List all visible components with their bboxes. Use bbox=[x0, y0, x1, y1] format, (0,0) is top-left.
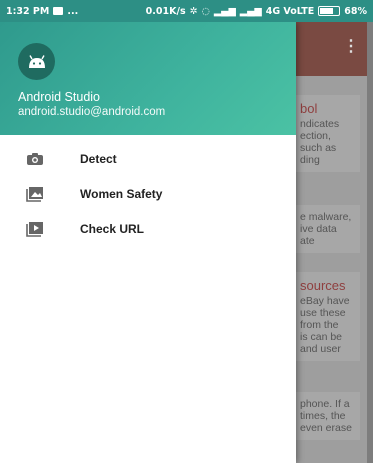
menu-item-label: Women Safety bbox=[80, 186, 163, 201]
drawer-header: Android Studio android.studio@android.co… bbox=[0, 22, 296, 135]
video-icon bbox=[24, 220, 46, 238]
card-line: ndicates bbox=[300, 118, 340, 130]
card-line: eBay have bbox=[300, 295, 350, 307]
card-line: from the bbox=[300, 319, 339, 331]
card-line: use these bbox=[300, 307, 346, 319]
overflow-menu-icon[interactable]: ⋮ bbox=[343, 36, 359, 56]
card-line: is can be bbox=[300, 331, 343, 343]
card-line: ding bbox=[300, 154, 320, 166]
battery-level: 68% bbox=[344, 5, 367, 17]
network-type: 4G VoLTE bbox=[265, 5, 315, 17]
card-line: e malware, bbox=[300, 211, 352, 223]
card-line: ection, bbox=[300, 130, 331, 142]
user-email: android.studio@android.com bbox=[18, 106, 166, 118]
status-dots: ... bbox=[67, 5, 79, 17]
card-line: even erase bbox=[300, 422, 352, 434]
card-line: ate bbox=[300, 235, 315, 247]
menu-item-label: Detect bbox=[80, 151, 117, 166]
menu-item-detect[interactable]: Detect bbox=[0, 141, 296, 176]
gallery-icon bbox=[24, 185, 46, 203]
menu-item-check-url[interactable]: Check URL bbox=[0, 211, 296, 246]
card-line: ive data bbox=[300, 223, 337, 235]
notification-icon bbox=[53, 7, 64, 15]
status-bar: 1:32 PM ... 0.01K/s ✲ ◌ ▂▄▆ ▂▄▆ 4G VoLTE… bbox=[0, 0, 373, 22]
android-icon[interactable] bbox=[18, 43, 55, 80]
card-title: bol bbox=[300, 101, 318, 116]
card-line: such as bbox=[300, 142, 337, 154]
scrim-edge bbox=[367, 22, 373, 463]
battery-icon bbox=[318, 6, 341, 16]
settings-icon: ✲ bbox=[189, 5, 198, 17]
user-name: Android Studio bbox=[18, 90, 101, 104]
signal-icon: ▂▄▆ bbox=[213, 5, 236, 17]
menu-item-women-safety[interactable]: Women Safety bbox=[0, 176, 296, 211]
drawer-menu: Detect Women Safety Check URL bbox=[0, 135, 296, 246]
card-line: phone. If a bbox=[300, 398, 350, 410]
camera-icon bbox=[24, 150, 46, 168]
card-title: sources bbox=[300, 278, 346, 293]
card-line: and user bbox=[300, 343, 341, 355]
alarm-icon: ◌ bbox=[201, 5, 210, 17]
menu-item-label: Check URL bbox=[80, 221, 145, 236]
status-time: 1:32 PM bbox=[6, 5, 50, 17]
signal-icon-2: ▂▄▆ bbox=[239, 5, 262, 17]
navigation-drawer: Android Studio android.studio@android.co… bbox=[0, 22, 296, 463]
network-speed: 0.01K/s bbox=[145, 5, 186, 17]
card-line: times, the bbox=[300, 410, 346, 422]
